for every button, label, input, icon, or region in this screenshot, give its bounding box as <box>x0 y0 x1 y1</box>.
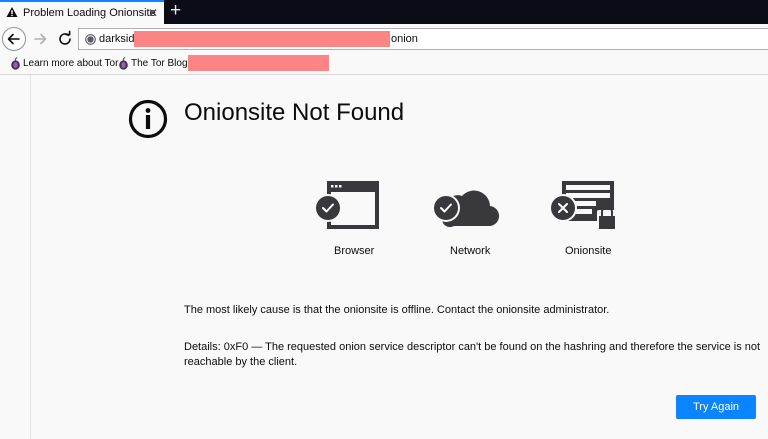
new-tab-button[interactable]: + <box>170 1 181 21</box>
try-again-button[interactable]: Try Again <box>676 395 756 419</box>
tab-problem-loading[interactable]: Problem Loading Onionsite ✕ <box>0 0 164 24</box>
error-cause-text: The most likely cause is that the onions… <box>184 304 610 316</box>
back-button[interactable] <box>2 27 26 51</box>
forward-arrow-icon[interactable] <box>32 30 50 48</box>
bookmark-redaction <box>188 55 329 71</box>
url-redaction <box>134 31 390 47</box>
tab-close-icon[interactable]: ✕ <box>148 6 158 20</box>
url-bar[interactable]: darksid onion <box>78 28 768 50</box>
bookmark-label: Learn more about Tor <box>23 58 119 69</box>
reload-icon[interactable] <box>56 30 74 48</box>
url-text-prefix: darksid <box>99 33 135 45</box>
info-icon <box>128 99 168 139</box>
bookmark-label: The Tor Blog <box>131 58 188 69</box>
tor-onion-icon <box>11 57 20 70</box>
page-divider <box>30 75 31 439</box>
onionsite-label: Onionsite <box>565 245 612 257</box>
bookmark-learn-more-tor[interactable]: Learn more about Tor <box>10 57 119 71</box>
error-details-text: Details: 0xF0 — The requested onion serv… <box>184 341 761 368</box>
tab-strip: Problem Loading Onionsite ✕ + <box>0 0 768 24</box>
tab-title: Problem Loading Onionsite <box>23 7 156 19</box>
onionsite-server-lock-icon <box>549 181 617 230</box>
bookmark-tor-blog[interactable]: The Tor Blog <box>118 57 188 71</box>
network-label: Network <box>450 245 491 257</box>
url-text-suffix: onion <box>391 33 418 45</box>
bookmarks-toolbar: Learn more about Tor The Tor Blog <box>0 54 768 75</box>
back-arrow-icon <box>7 33 20 45</box>
network-cloud-icon <box>432 190 500 228</box>
warning-icon <box>6 7 18 17</box>
onion-site-icon <box>85 34 96 45</box>
browser-window-icon <box>314 181 379 229</box>
browser-label: Browser <box>334 245 375 257</box>
page-title: Onionsite Not Found <box>184 99 405 126</box>
tor-onion-icon <box>119 57 128 70</box>
navigation-toolbar: darksid onion <box>0 24 768 54</box>
